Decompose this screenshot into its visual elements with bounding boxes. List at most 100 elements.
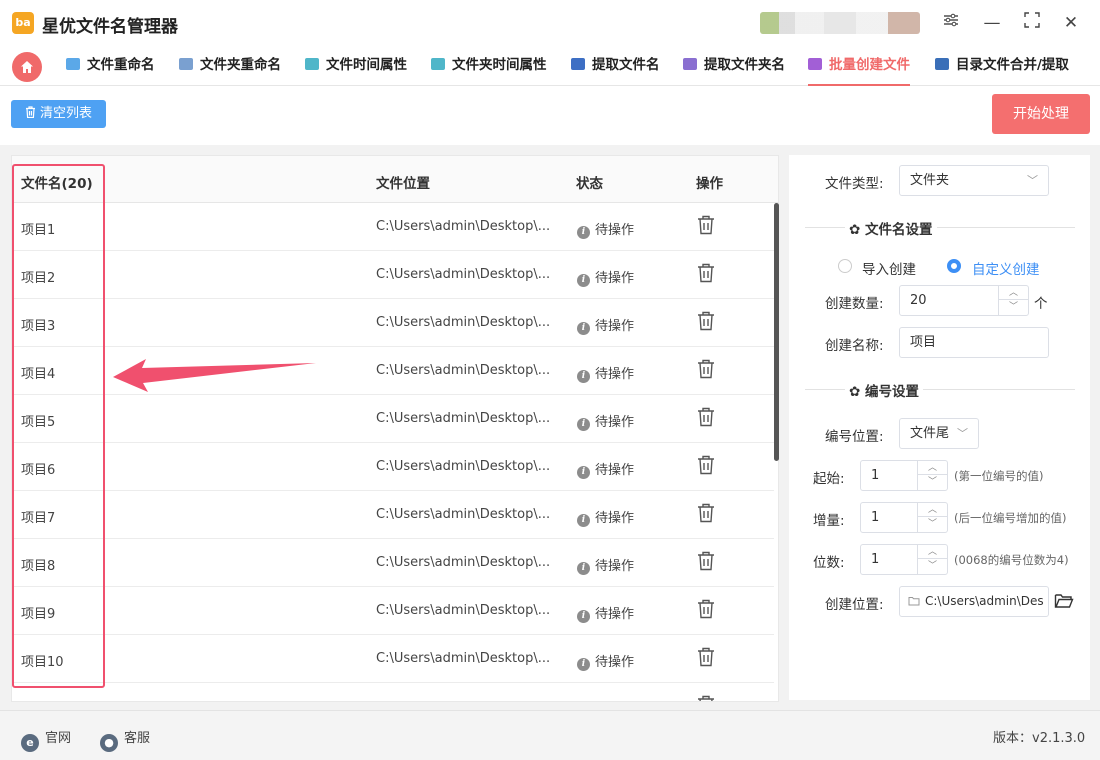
tab-extract-filename[interactable]: 提取文件名 xyxy=(571,46,660,86)
table-row[interactable]: 项目4 C:\Users\admin\Desktop\... i 待操作 xyxy=(12,347,774,395)
table-scrollbar[interactable] xyxy=(774,203,779,461)
tab-extract-foldername[interactable]: 提取文件夹名 xyxy=(683,46,785,86)
info-icon: i xyxy=(577,226,590,239)
chevron-down-icon: ﹀ xyxy=(1027,174,1038,187)
support-link[interactable]: ● 客服 xyxy=(100,727,150,752)
minimize-button[interactable]: — xyxy=(979,10,1005,36)
row-location: C:\Users\admin\Desktop\... xyxy=(376,603,551,618)
tab-file-rename[interactable]: 文件重命名 xyxy=(66,46,155,86)
settings-icon[interactable] xyxy=(938,10,964,36)
step-label: 增量: xyxy=(813,513,845,529)
info-icon: i xyxy=(577,418,590,431)
increment-icon[interactable]: ︿ xyxy=(918,503,947,517)
table-row[interactable]: 项目8 C:\Users\admin\Desktop\... i 待操作 xyxy=(12,539,774,587)
tab-batch-create[interactable]: 批量创建文件 xyxy=(808,46,910,86)
decrement-icon[interactable]: ﹀ xyxy=(999,300,1028,314)
table-row[interactable]: 项目5 C:\Users\admin\Desktop\... i 待操作 xyxy=(12,395,774,443)
user-avatar[interactable] xyxy=(760,12,920,34)
position-select[interactable]: 文件尾 ﹀ xyxy=(899,418,979,449)
start-label: 起始: xyxy=(813,471,845,487)
location-label: 创建位置: xyxy=(825,597,884,613)
row-status: i 待操作 xyxy=(577,459,634,479)
count-label: 创建数量: xyxy=(825,296,884,312)
row-status: i 待操作 xyxy=(577,219,634,239)
radio-import-label[interactable]: 导入创建 xyxy=(862,258,916,278)
batch-create-icon xyxy=(808,58,822,70)
row-status: i 待操作 xyxy=(577,555,634,575)
folder-icon xyxy=(908,597,920,606)
row-location: C:\Users\admin\Desktop\... xyxy=(376,411,551,426)
step-stepper[interactable]: 1 ︿ ﹀ xyxy=(860,502,948,533)
digits-stepper[interactable]: 1 ︿ ﹀ xyxy=(860,544,948,575)
table-row[interactable]: 项目10 C:\Users\admin\Desktop\... i 待操作 xyxy=(12,635,774,683)
browser-icon: e xyxy=(21,734,39,752)
delete-row-icon[interactable] xyxy=(697,599,715,623)
row-status: i 待操作 xyxy=(577,651,634,671)
delete-row-icon[interactable] xyxy=(697,359,715,383)
decrement-icon[interactable]: ﹀ xyxy=(918,559,947,573)
folder-rename-icon xyxy=(179,58,193,70)
start-process-button[interactable]: 开始处理 xyxy=(992,94,1090,134)
delete-row-icon[interactable] xyxy=(697,455,715,479)
app-logo-icon: ba xyxy=(12,12,34,34)
table-row[interactable]: 项目6 C:\Users\admin\Desktop\... i 待操作 xyxy=(12,443,774,491)
start-stepper[interactable]: 1 ︿ ﹀ xyxy=(860,460,948,491)
close-button[interactable]: ✕ xyxy=(1058,10,1084,36)
step-hint: (后一位编号增加的值) xyxy=(954,511,1067,525)
file-type-select[interactable]: 文件夹 ﹀ xyxy=(899,165,1049,196)
increment-icon[interactable]: ︿ xyxy=(999,286,1028,300)
table-row[interactable]: 项目3 C:\Users\admin\Desktop\... i 待操作 xyxy=(12,299,774,347)
table-row[interactable]: 项目2 C:\Users\admin\Desktop\... i 待操作 xyxy=(12,251,774,299)
info-icon: i xyxy=(577,562,590,575)
delete-row-icon[interactable] xyxy=(697,407,715,431)
merge-extract-icon xyxy=(935,58,949,70)
header-status: 状态 xyxy=(576,176,603,192)
maximize-button[interactable] xyxy=(1019,10,1045,36)
count-stepper[interactable]: 20 ︿ ﹀ xyxy=(899,285,1029,316)
row-location: C:\Users\admin\Desktop\... xyxy=(376,651,551,666)
tab-file-time[interactable]: 文件时间属性 xyxy=(305,46,407,86)
info-icon: i xyxy=(577,610,590,623)
tab-merge-extract[interactable]: 目录文件合并/提取 xyxy=(935,46,1069,86)
increment-icon[interactable]: ︿ xyxy=(918,461,947,475)
radio-custom-label[interactable]: 自定义创建 xyxy=(972,258,1040,278)
tab-folder-time[interactable]: 文件夹时间属性 xyxy=(431,46,547,86)
location-field[interactable]: C:\Users\admin\Des xyxy=(899,586,1049,617)
website-link[interactable]: e 官网 xyxy=(21,727,71,752)
extract-foldername-icon xyxy=(683,58,697,70)
filename-settings-section: ✿ 文件名设置 xyxy=(805,217,1075,238)
tab-folder-rename[interactable]: 文件夹重命名 xyxy=(179,46,281,86)
name-label: 创建名称: xyxy=(825,338,884,354)
delete-row-icon[interactable] xyxy=(697,503,715,527)
table-row[interactable] xyxy=(12,683,774,701)
radio-import[interactable] xyxy=(838,259,852,273)
delete-row-icon[interactable] xyxy=(697,647,715,671)
clear-list-button[interactable]: 清空列表 xyxy=(11,100,106,128)
info-icon: i xyxy=(577,658,590,671)
file-rename-icon xyxy=(66,58,80,70)
info-icon: i xyxy=(577,370,590,383)
chevron-down-icon: ﹀ xyxy=(957,427,968,440)
delete-row-icon[interactable] xyxy=(697,215,715,239)
digits-hint: (0068的编号位数为4) xyxy=(954,553,1069,567)
table-row[interactable]: 项目1 C:\Users\admin\Desktop\... i 待操作 xyxy=(12,203,774,251)
name-field[interactable]: 项目 xyxy=(899,327,1049,358)
trash-icon xyxy=(25,106,35,119)
delete-row-icon[interactable] xyxy=(697,263,715,287)
decrement-icon[interactable]: ﹀ xyxy=(918,475,947,489)
delete-row-icon[interactable] xyxy=(697,695,715,701)
delete-row-icon[interactable] xyxy=(697,551,715,575)
radio-custom[interactable] xyxy=(947,259,961,273)
row-status: i 待操作 xyxy=(577,267,634,287)
delete-row-icon[interactable] xyxy=(697,311,715,335)
decrement-icon[interactable]: ﹀ xyxy=(918,517,947,531)
table-row[interactable]: 项目7 C:\Users\admin\Desktop\... i 待操作 xyxy=(12,491,774,539)
increment-icon[interactable]: ︿ xyxy=(918,545,947,559)
extract-filename-icon xyxy=(571,58,585,70)
info-icon: i xyxy=(577,322,590,335)
row-status: i 待操作 xyxy=(577,507,634,527)
table-row[interactable]: 项目9 C:\Users\admin\Desktop\... i 待操作 xyxy=(12,587,774,635)
row-location: C:\Users\admin\Desktop\... xyxy=(376,555,551,570)
browse-folder-icon[interactable] xyxy=(1054,592,1074,614)
home-icon[interactable] xyxy=(12,52,42,82)
